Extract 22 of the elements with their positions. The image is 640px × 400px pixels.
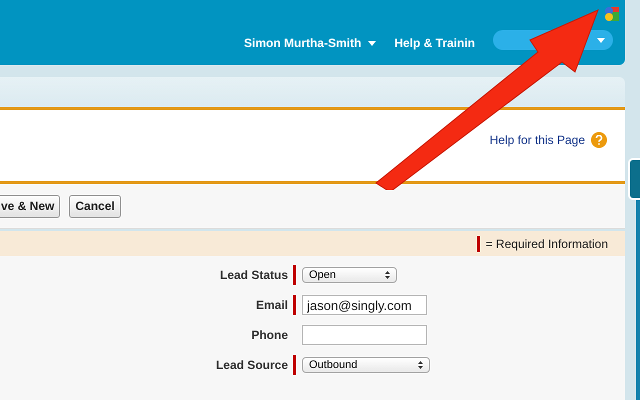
help-link[interactable]: Help for this Page <box>490 133 585 147</box>
user-menu[interactable]: Simon Murtha-Smith <box>244 36 362 50</box>
sidebar-toggle[interactable] <box>628 158 640 200</box>
field-label: Phone <box>250 328 288 342</box>
stepper-icon <box>385 271 390 279</box>
cancel-button[interactable]: Cancel <box>69 194 121 218</box>
field-label: Email <box>254 298 288 312</box>
field-label: Lead Source <box>214 358 288 372</box>
caret-icon[interactable] <box>368 40 376 46</box>
dropdown[interactable]: Outbound <box>302 357 430 373</box>
google-icon[interactable] <box>603 6 619 22</box>
field-label: Lead Status <box>218 268 288 282</box>
save-new-button[interactable]: ve & New <box>0 194 60 218</box>
caret-icon <box>597 38 605 42</box>
required-marker <box>476 236 480 252</box>
required-legend: = Required Information <box>486 236 608 250</box>
dropdown[interactable]: Open <box>302 267 397 283</box>
help-icon[interactable] <box>591 132 607 148</box>
input-field[interactable] <box>302 325 427 345</box>
stepper-icon <box>418 361 423 369</box>
help-menu[interactable]: Help & Trainin <box>394 36 475 50</box>
input-field[interactable]: jason@singly.com <box>302 295 427 315</box>
